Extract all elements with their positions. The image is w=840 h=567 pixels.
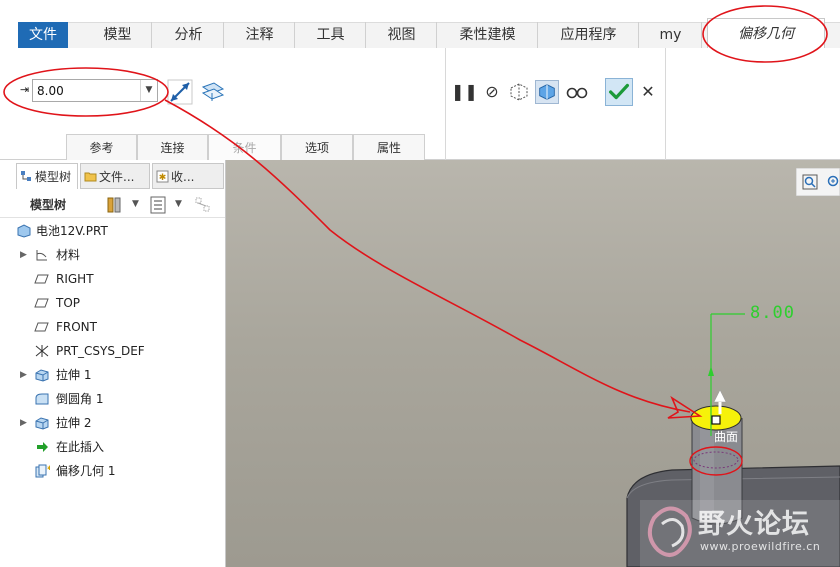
chevron-down-icon[interactable]: ▼ [175, 199, 182, 209]
tree-item-label: PRT_CSYS_DEF [56, 344, 145, 358]
tree-item-extrude-2[interactable]: ▶ 拉伸 2 [0, 412, 225, 434]
material-icon [36, 250, 47, 261]
tab-analysis[interactable]: 分析 [154, 22, 224, 48]
panel-tab-model-tree[interactable]: 模型树 [16, 163, 78, 189]
tree-item-part[interactable]: 电池12V.PRT [0, 220, 225, 242]
ok-check-icon[interactable] [605, 78, 633, 106]
expand-arrow-icon[interactable]: ▶ [20, 412, 30, 434]
tree-item-label: TOP [56, 296, 81, 310]
offset-value-combobox[interactable]: ▼ [32, 79, 158, 102]
folder-icon [84, 172, 97, 182]
tree-item-label: FRONT [56, 320, 97, 334]
subtab-conditions: 条件 [208, 134, 281, 160]
tree-item-material[interactable]: ▶ 材料 [0, 244, 225, 266]
tab-offset-geometry[interactable]: 偏移几何 [707, 18, 825, 48]
expand-arrow-icon[interactable]: ▶ [20, 244, 30, 266]
offset-dimension-label[interactable]: 8.00 [750, 303, 795, 323]
tree-item-top-plane[interactable]: TOP [0, 292, 225, 314]
panel-tab-label: 文件... [99, 170, 135, 184]
model-tree-title: 模型树 [30, 198, 67, 212]
panel-tab-files[interactable]: 文件... [80, 163, 150, 189]
tree-item-label: 材料 [56, 248, 81, 262]
tree-icon [21, 171, 31, 181]
tab-annotate[interactable]: 注释 [225, 22, 295, 48]
tab-applications[interactable]: 应用程序 [539, 22, 639, 48]
tab-view[interactable]: 视图 [367, 22, 437, 48]
tree-item-label: 倒圆角 1 [56, 392, 104, 406]
tree-item-label: 电池12V.PRT [36, 224, 108, 238]
datum-plane-icon [34, 298, 49, 308]
flip-direction-icon[interactable] [167, 79, 193, 105]
tab-tools[interactable]: 工具 [296, 22, 366, 48]
surface-label: 曲面 [714, 430, 739, 444]
tab-my[interactable]: my [640, 22, 702, 48]
zoom-in-icon[interactable] [826, 174, 840, 190]
insert-arrow-icon [37, 442, 48, 452]
panel-tab-label: 收... [171, 170, 195, 184]
subtab-references[interactable]: 参考 [66, 134, 137, 160]
tree-item-round-1[interactable]: 倒圆角 1 [0, 388, 225, 410]
tree-item-offset-geometry-1[interactable]: ✱ 偏移几何 1 [0, 460, 225, 482]
tree-filter-icon[interactable] [194, 196, 212, 214]
tab-model[interactable]: 模型 [84, 22, 152, 48]
tree-item-label: RIGHT [56, 272, 94, 286]
watermark-url: www.proewildfire.cn [700, 540, 821, 553]
verify-glasses-icon[interactable] [565, 80, 589, 104]
no-preview-icon[interactable]: ⊘ [480, 80, 504, 104]
offset-direction-icon: ⇥ [20, 83, 30, 96]
chevron-down-icon[interactable]: ▼ [132, 199, 139, 209]
offset-feature-icon: ✱ [35, 464, 50, 478]
tab-flexible-modeling[interactable]: 柔性建模 [438, 22, 538, 48]
tree-item-front-plane[interactable]: FRONT [0, 316, 225, 338]
panel-tab-favorites[interactable]: ✱ 收... [152, 163, 224, 189]
expand-arrow-icon[interactable]: ▶ [20, 364, 30, 386]
cancel-x-icon[interactable]: ✕ [636, 80, 660, 104]
round-icon [35, 393, 49, 405]
tree-item-label: 拉伸 2 [56, 416, 92, 430]
ribbon-separator [445, 48, 446, 160]
ribbon-separator [665, 48, 666, 160]
tree-item-extrude-1[interactable]: ▶ 拉伸 1 [0, 364, 225, 386]
datum-plane-icon [34, 274, 49, 284]
tree-item-label: 偏移几何 1 [56, 464, 116, 478]
preview-wireframe-icon[interactable] [507, 80, 531, 104]
part-icon [17, 224, 31, 238]
app-window: 文件 模型 分析 注释 工具 视图 柔性建模 应用程序 my 偏移几何 ⇥ ▼ … [0, 0, 840, 567]
tree-columns-icon[interactable] [150, 196, 166, 214]
tree-item-csys[interactable]: PRT_CSYS_DEF [0, 340, 225, 362]
extrude-icon [35, 417, 49, 430]
extrude-icon [35, 369, 49, 382]
menu-tab-bar: 文件 模型 分析 注释 工具 视图 柔性建模 应用程序 my 偏移几何 [0, 0, 840, 48]
pause-icon[interactable]: ❚❚ [451, 80, 478, 104]
offset-value-input[interactable] [33, 80, 141, 101]
panel-tab-label: 模型树 [35, 170, 72, 184]
tree-item-label: 拉伸 1 [56, 368, 92, 382]
datum-plane-icon [34, 322, 49, 332]
coordinate-system-icon [35, 345, 49, 357]
tree-item-label: 在此插入 [56, 440, 105, 454]
subtab-options[interactable]: 选项 [281, 134, 353, 160]
offset-surface-icon[interactable] [200, 79, 226, 105]
tree-settings-tools-icon[interactable] [106, 196, 122, 214]
subtab-properties[interactable]: 属性 [353, 134, 425, 160]
tab-file[interactable]: 文件 [18, 22, 68, 48]
svg-text:✱: ✱ [47, 465, 50, 472]
subtab-connection[interactable]: 连接 [137, 134, 208, 160]
chevron-down-icon[interactable]: ▼ [140, 80, 157, 101]
tree-item-insert-here[interactable]: 在此插入 [0, 436, 225, 458]
svg-text:✱: ✱ [159, 173, 167, 183]
watermark-title: 野火论坛 [698, 509, 810, 540]
tree-item-right-plane[interactable]: RIGHT [0, 268, 225, 290]
favorites-star-icon: ✱ [156, 170, 169, 183]
preview-shaded-icon[interactable] [535, 80, 559, 104]
refit-zoom-icon[interactable] [802, 174, 818, 190]
